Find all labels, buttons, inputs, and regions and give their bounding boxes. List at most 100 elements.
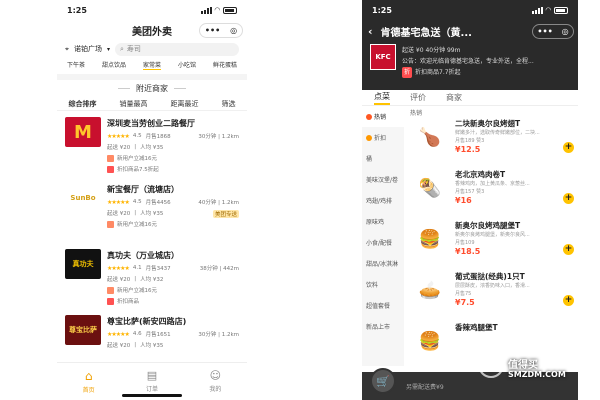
category-1[interactable]: 折扣	[362, 127, 404, 148]
shop-promo-tag: 新用户立减16元	[107, 286, 239, 294]
sort-option-1[interactable]: 销量最高	[120, 99, 148, 109]
min-order: 起送 ¥20	[107, 145, 131, 151]
rating: 4.5	[132, 199, 142, 205]
food-image: 🌯	[418, 177, 442, 199]
rating: 4.1	[132, 265, 142, 271]
delivery-fee-text: 另需配送费¥9	[406, 383, 444, 391]
food-image: 🍔	[418, 228, 442, 250]
star-rating-icon: ★★★★★	[107, 264, 130, 272]
distance: 442m	[223, 266, 239, 272]
avg-price: 人均 ¥35	[140, 343, 164, 349]
miniprogram-capsule[interactable]: ••• ◎	[532, 24, 574, 39]
add-to-cart-button[interactable]: +	[563, 244, 574, 255]
category-2[interactable]: 家常菜	[142, 60, 161, 70]
category-6[interactable]: 小食/配餐	[362, 232, 404, 253]
clock: 1:25	[372, 5, 392, 15]
menu-item[interactable]: 🥧 葡式蛋挞(经典)1只T 层层酥皮，浓香奶味入口，香滑... 月售75 ¥7.…	[410, 271, 578, 322]
wifi-icon: ◠	[545, 6, 551, 14]
item-name: 老北京鸡肉卷T	[455, 170, 506, 179]
category-9[interactable]: 超值套餐	[362, 295, 404, 316]
menu-item[interactable]: 🌯 老北京鸡肉卷T 香辣鸡肉，加上黄瓜条、京葱丝... 月售157 赞3 ¥16…	[410, 169, 578, 220]
add-to-cart-button[interactable]: +	[563, 193, 574, 204]
min-order: 起送 ¥20	[107, 343, 131, 349]
shop-name: 新宝餐厅（流塘店）	[107, 185, 179, 194]
add-to-cart-button[interactable]: +	[563, 295, 574, 306]
add-to-cart-button[interactable]: +	[563, 142, 574, 153]
avg-price: 人均 ¥35	[140, 211, 164, 217]
shop-item[interactable]: SunBo 新宝餐厅（流塘店） ★★★★★ 4.5 月售4456 40分钟 | 1.2…	[57, 177, 247, 243]
category-5[interactable]: 原味鸡	[362, 211, 404, 232]
category-10[interactable]: 新品上市	[362, 316, 404, 337]
category-7[interactable]: 甜品/冰淇淋	[362, 253, 404, 274]
watermark-url: SMZDM.COM	[508, 370, 566, 379]
location-search-row: ⌖ 诺铂广场 ▾ ⌕ 寿司	[57, 40, 247, 58]
tab-home[interactable]: ⌂ 首页	[83, 369, 95, 394]
category-0[interactable]: 下午茶	[67, 60, 85, 70]
min-order: 起送 ¥20	[107, 211, 131, 217]
tab-orders[interactable]: ▤ 订单	[146, 369, 158, 393]
shop-item[interactable]: M 深圳麦当劳创业二路餐厅 ★★★★★ 4.5 月售1868 30分钟 | 1.2km…	[57, 111, 247, 177]
shop-logo: 尊宝比萨	[65, 315, 101, 345]
status-bar: 1:25 ◠	[362, 0, 578, 20]
profile-icon: ☺	[209, 369, 222, 382]
delivery-time: 38分钟	[199, 266, 218, 272]
status-bar: 1:25 ◠	[57, 0, 247, 20]
sort-option-2[interactable]: 距离最近	[171, 99, 199, 109]
category-4[interactable]: 鸡翅/鸡排	[362, 190, 404, 211]
promo-row: 折折扣商品7.7折起	[402, 67, 461, 78]
search-input[interactable]: ⌕ 寿司	[114, 42, 239, 56]
tab-reviews[interactable]: 评价	[410, 92, 426, 103]
shop-logo: M	[65, 117, 101, 147]
item-price: ¥12.5	[455, 145, 481, 154]
more-icon[interactable]: •••	[537, 27, 552, 36]
avg-price: 人均 ¥32	[140, 277, 164, 283]
sort-bar: 综合排序 销量最高 距离最近 筛选	[57, 97, 247, 111]
tab-menu[interactable]: 点菜	[374, 91, 390, 105]
menu-item[interactable]: 🍔 新奥尔良烤鸡腿堡T 新奥尔良烤鸡腿堡，新奥尔良风... 月售109 ¥18.…	[410, 220, 578, 271]
shop-name: 真功夫（万业城店）	[107, 251, 179, 260]
monthly-sales: 月售1651	[145, 332, 171, 338]
tab-bar: ⌂ 首页 ▤ 订单 ☺ 我的	[57, 362, 247, 400]
shop-item[interactable]: 真功夫 真功夫（万业城店） ★★★★★ 4.1 月售3437 38分钟 | 442m …	[57, 243, 247, 309]
chevron-down-icon[interactable]: ▾	[107, 46, 110, 53]
watermark-logo-icon	[478, 352, 504, 378]
rating: 4.5	[132, 133, 142, 139]
distance: 1.2km	[221, 332, 239, 338]
sort-option-0[interactable]: 综合排序	[69, 99, 97, 109]
menu-item[interactable]: 🍗 二块新奥尔良烤翅T 鲜嫩多汁，选取传奇鲜嫩部位，二块... 月售189 赞3…	[410, 118, 578, 169]
miniprogram-capsule[interactable]: ••• ◎	[199, 23, 243, 38]
home-icon: ⌂	[84, 369, 93, 383]
item-price: ¥18.5	[455, 247, 481, 256]
order-icon: ▤	[146, 369, 158, 382]
item-sales: 月售109	[455, 240, 475, 246]
min-order: 起送 ¥20	[107, 277, 131, 283]
tab-profile[interactable]: ☺ 我的	[209, 369, 221, 393]
category-8[interactable]: 饮料	[362, 274, 404, 295]
category-1[interactable]: 甜点饮品	[102, 60, 126, 70]
category-4[interactable]: 鲜花蛋糕	[213, 60, 237, 70]
category-2[interactable]: 桶	[362, 148, 404, 169]
search-placeholder: 寿司	[126, 45, 141, 53]
close-target-icon[interactable]: ◎	[562, 27, 569, 36]
category-3[interactable]: 美味汉堡/卷	[362, 169, 404, 190]
delivery-time: 30分钟	[198, 332, 217, 338]
back-icon[interactable]: ‹	[368, 25, 373, 38]
more-icon[interactable]: •••	[205, 26, 220, 35]
category-hot-icon	[366, 113, 372, 120]
distance: 1.2km	[221, 134, 239, 140]
category-0[interactable]: 热销	[362, 106, 404, 127]
category-3[interactable]: 小吃馆	[178, 60, 196, 70]
cart-icon[interactable]: 🛒	[370, 368, 396, 394]
item-desc: 层层酥皮，浓香奶味入口，香滑...	[455, 283, 530, 289]
meituan-home-screen: 1:25 ◠ 美团外卖 ••• ◎ ⌖ 诺铂广场 ▾ ⌕ 寿司 下午茶 甜点饮品 家…	[57, 0, 247, 400]
battery-icon	[554, 6, 568, 14]
shop-promo-tag: 折扣商品	[107, 297, 239, 305]
sort-option-3[interactable]: 筛选	[222, 99, 236, 109]
close-target-icon[interactable]: ◎	[230, 26, 237, 35]
kfc-store-screen: 1:25 ◠ ‹ 肯德基宅急送（黄... ••• ◎ KFC 起送 ¥0 40分…	[362, 0, 578, 400]
food-image: 🍗	[418, 126, 442, 148]
avg-price: 人均 ¥35	[140, 145, 164, 151]
wifi-icon: ◠	[214, 6, 220, 14]
tab-merchant[interactable]: 商家	[446, 92, 462, 103]
location-label[interactable]: 诺铂广场	[74, 44, 102, 54]
